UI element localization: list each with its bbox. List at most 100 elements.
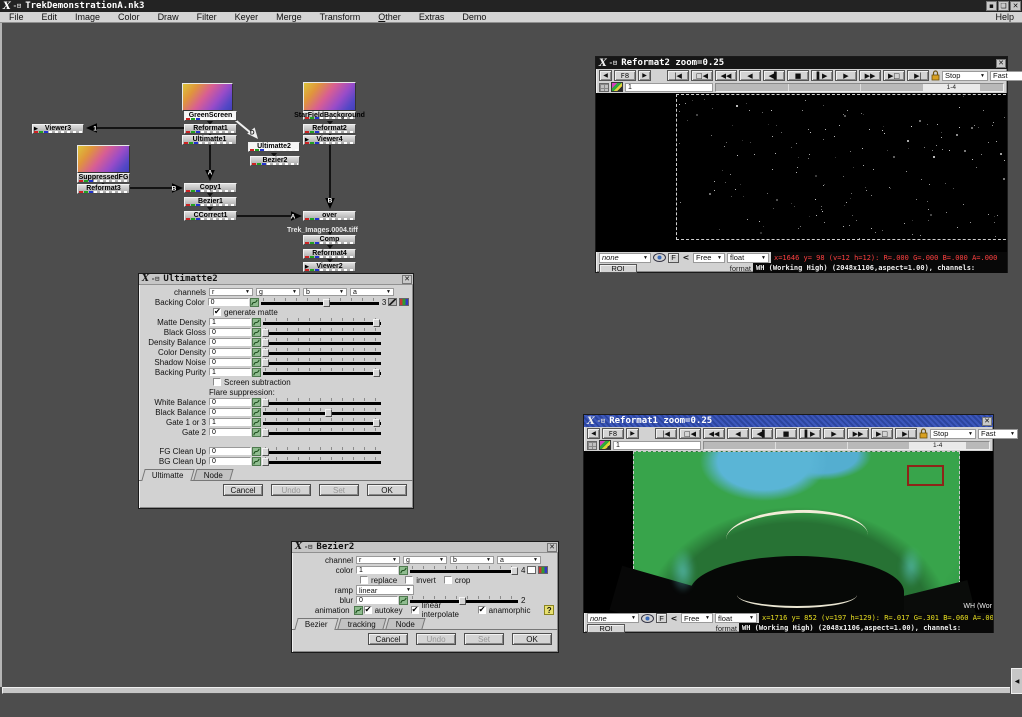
close-icon[interactable]: ✕	[982, 417, 992, 426]
step-forward-icon[interactable]: ▌▶	[811, 70, 833, 81]
fkey-button[interactable]: F8	[602, 428, 624, 439]
slider-handle[interactable]	[262, 359, 269, 367]
param-value-input[interactable]: 0	[209, 398, 251, 406]
step-forward-icon[interactable]: ▌▶	[799, 428, 821, 439]
minimize-icon[interactable]: ▪	[986, 1, 997, 11]
menu-keyer[interactable]: Keyer	[226, 12, 268, 22]
key-back-icon[interactable]: □◀	[691, 70, 713, 81]
frame-number-input[interactable]: 1	[613, 441, 701, 450]
ultimatte-channel-select-r[interactable]: r▼	[209, 288, 253, 296]
slider-handle[interactable]	[325, 409, 332, 417]
bezier-channel-select-a[interactable]: a▼	[497, 556, 541, 564]
help-button[interactable]: ?	[544, 605, 554, 615]
tab-node[interactable]: Node	[193, 469, 233, 480]
node-bezier1[interactable]: Bezier1	[184, 197, 237, 207]
close-icon[interactable]: ✕	[402, 275, 412, 284]
slider-handle[interactable]	[262, 329, 269, 337]
viewer-titlebar[interactable]: X -⊟ Reformat2 zoom=0.25 ✕	[596, 57, 1007, 69]
generate-matte-checkbox[interactable]	[213, 308, 221, 316]
param-slider[interactable]	[263, 398, 381, 407]
menu-filter[interactable]: Filter	[188, 12, 226, 22]
lut-select[interactable]: none▼	[599, 253, 651, 263]
node-ultimatte1[interactable]: Ultimatte1	[182, 135, 237, 145]
fast-forward-icon[interactable]: ▶▶	[847, 428, 869, 439]
slider-handle[interactable]	[323, 299, 330, 307]
param-slider[interactable]	[263, 348, 381, 357]
param-value-input[interactable]: 0	[209, 457, 251, 465]
key-forward-icon[interactable]: ▶□	[883, 70, 905, 81]
param-value-input[interactable]: 1	[356, 566, 398, 574]
param-value-input[interactable]: 0	[209, 408, 251, 416]
param-slider[interactable]	[263, 418, 381, 427]
grid-icon[interactable]	[599, 83, 609, 92]
animation-curve-icon[interactable]	[252, 398, 261, 407]
animation-curve-icon[interactable]	[252, 338, 261, 347]
starfield-thumbnail[interactable]	[303, 82, 356, 111]
prev-key-button[interactable]: ◀	[587, 428, 600, 439]
node-comp[interactable]: Comp	[303, 235, 356, 245]
param-slider[interactable]	[263, 447, 381, 456]
autokey-checkbox[interactable]	[364, 606, 372, 614]
param-slider[interactable]	[263, 368, 381, 377]
slider-handle[interactable]	[373, 419, 380, 427]
param-slider[interactable]	[263, 457, 381, 466]
goto-end-icon[interactable]: ▶|	[907, 70, 929, 81]
sample-pointer-icon[interactable]: <	[681, 253, 691, 262]
bezier2-titlebar[interactable]: X -⊟ Bezier2 ✕	[292, 542, 558, 553]
param-slider[interactable]	[263, 408, 381, 417]
animation-curve-icon[interactable]	[252, 328, 261, 337]
bezier-channel-select-r[interactable]: r▼	[356, 556, 400, 564]
close-icon[interactable]: ✕	[547, 543, 557, 552]
animation-curve-icon[interactable]	[252, 348, 261, 357]
full-res-button[interactable]: F	[668, 253, 679, 263]
slider-handle[interactable]	[511, 567, 518, 575]
menu-file[interactable]: File	[0, 12, 33, 22]
param-value-input[interactable]: 0	[208, 298, 249, 306]
param-slider[interactable]	[261, 298, 379, 307]
node-copy1[interactable]: Copy1	[184, 183, 237, 193]
animation-curve-icon[interactable]	[252, 358, 261, 367]
ok-button[interactable]: OK	[367, 484, 407, 496]
node-viewer4[interactable]: ▶Viewer4	[303, 135, 356, 145]
frame-number-input[interactable]: 1	[625, 83, 713, 92]
ramp-select[interactable]: linear▼	[356, 585, 414, 595]
menu-draw[interactable]: Draw	[149, 12, 188, 22]
timeline-slider[interactable]: 1-4	[715, 83, 1004, 92]
roi-button[interactable]: ROI	[599, 264, 637, 273]
depth-select[interactable]: float▼	[727, 253, 769, 263]
play-icon[interactable]: ▶	[823, 428, 845, 439]
param-value-input[interactable]: 0	[209, 338, 251, 346]
node-reformat4[interactable]: Reformat4	[303, 249, 356, 259]
key-back-icon[interactable]: □◀	[679, 428, 701, 439]
window-menu-icon[interactable]: -⊟	[304, 543, 312, 551]
param-value-input[interactable]: 1	[209, 368, 251, 376]
animation-curve-icon[interactable]	[252, 428, 261, 437]
slider-handle[interactable]	[262, 429, 269, 437]
menu-edit[interactable]: Edit	[33, 12, 67, 22]
param-slider[interactable]	[263, 358, 381, 367]
eye-icon[interactable]	[641, 614, 654, 623]
animation-curve-icon[interactable]	[252, 318, 261, 327]
viewer-image-area[interactable]	[596, 93, 1007, 252]
node-bezier2[interactable]: Bezier2	[250, 156, 300, 166]
channels-icon[interactable]	[599, 440, 611, 450]
play-icon[interactable]: ▶	[835, 70, 857, 81]
roi-rectangle[interactable]	[907, 465, 944, 486]
tab-bezier[interactable]: Bezier	[294, 618, 338, 630]
animation-curve-icon[interactable]	[252, 447, 261, 456]
param-slider[interactable]	[263, 318, 381, 327]
animation-curve-icon[interactable]	[252, 418, 261, 427]
linear-interpolate-checkbox[interactable]	[411, 606, 419, 614]
grid-icon[interactable]	[587, 441, 597, 450]
bezier-channel-select-g[interactable]: g▼	[403, 556, 447, 564]
invert-checkbox[interactable]	[405, 576, 413, 584]
menu-color[interactable]: Color	[109, 12, 149, 22]
window-menu-icon[interactable]: -⊟	[609, 59, 617, 67]
node-viewer3[interactable]: ▶Viewer3	[32, 124, 84, 134]
menu-demo[interactable]: Demo	[453, 12, 495, 22]
node-reformat1[interactable]: Reformat1	[184, 124, 237, 134]
goto-start-icon[interactable]: |◀	[667, 70, 689, 81]
animation-curve-icon[interactable]	[399, 566, 408, 575]
eye-icon[interactable]	[653, 253, 666, 262]
fast-back-icon[interactable]: ◀◀	[715, 70, 737, 81]
